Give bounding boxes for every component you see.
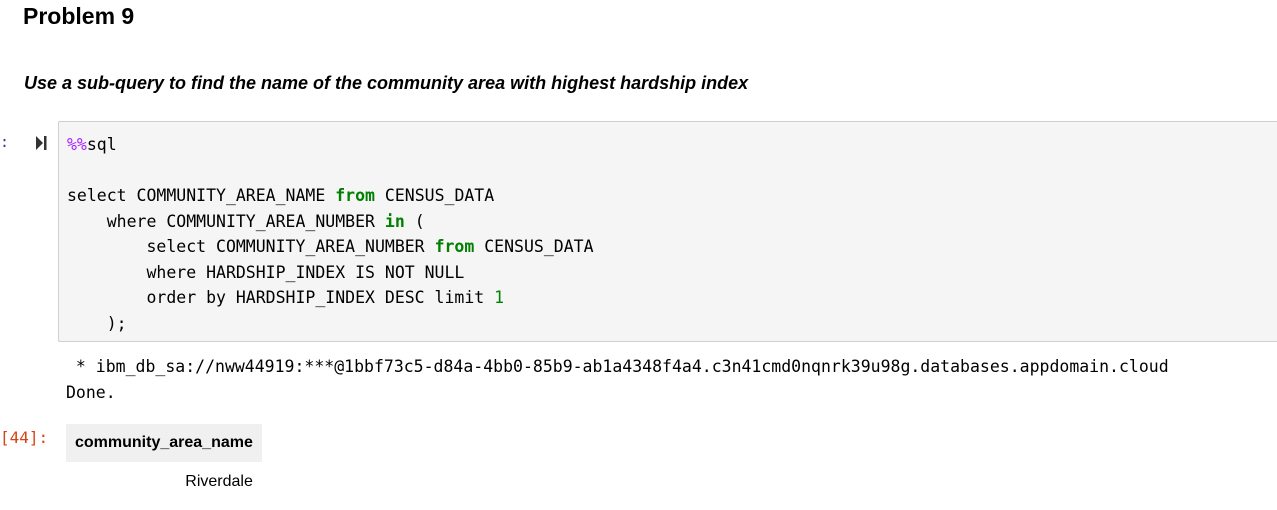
- code-line-1b: CENSUS_DATA: [374, 186, 495, 205]
- cell-stdout: * ibm_db_sa://nww44919:***@1bbf73c5-d84a…: [66, 354, 1277, 405]
- code-line-1a: select COMMUNITY_AREA_NAME: [67, 186, 336, 205]
- table-row: Riverdale: [66, 462, 262, 502]
- code-keyword: from: [434, 237, 475, 256]
- problem-heading: Problem 9: [23, 3, 135, 29]
- code-line-5a: order by HARDSHIP_INDEX DESC limit: [67, 288, 495, 307]
- code-number: 1: [494, 288, 505, 307]
- code-text: %%sql select COMMUNITY_AREA_NAME from CE…: [67, 132, 594, 336]
- notebook-page: Problem 9 Use a sub-query to find the na…: [0, 0, 1277, 510]
- code-keyword: from: [335, 186, 375, 205]
- code-line-4: where HARDSHIP_INDEX IS NOT NULL: [67, 262, 465, 282]
- column-header-community-area-name: community_area_name: [66, 424, 262, 462]
- code-magic-word: sql: [86, 135, 117, 154]
- code-line-6: );: [67, 313, 127, 333]
- run-cell-button[interactable]: [33, 133, 49, 153]
- code-line-3a: select COMMUNITY_AREA_NUMBER: [67, 237, 435, 256]
- code-line-3b: CENSUS_DATA: [474, 237, 594, 256]
- table-cell: Riverdale: [185, 473, 253, 490]
- problem-question: Use a sub-query to find the name of the …: [24, 73, 749, 93]
- code-magic: %%: [67, 135, 87, 154]
- output-prompt: [44]:: [0, 428, 49, 447]
- code-cell-editor[interactable]: %%sql select COMMUNITY_AREA_NAME from CE…: [58, 121, 1277, 342]
- table-header-row: community_area_name: [66, 424, 262, 462]
- run-cell-icon: [36, 136, 47, 150]
- input-prompt: :: [0, 133, 10, 151]
- code-line-2b: (: [404, 211, 425, 231]
- done-line: Done.: [66, 382, 116, 402]
- code-line-2a: where COMMUNITY_AREA_NUMBER: [67, 211, 385, 231]
- code-keyword: in: [384, 211, 405, 231]
- connection-line: * ibm_db_sa://nww44919:***@1bbf73c5-d84a…: [66, 357, 1169, 376]
- result-table: community_area_name Riverdale: [66, 424, 262, 502]
